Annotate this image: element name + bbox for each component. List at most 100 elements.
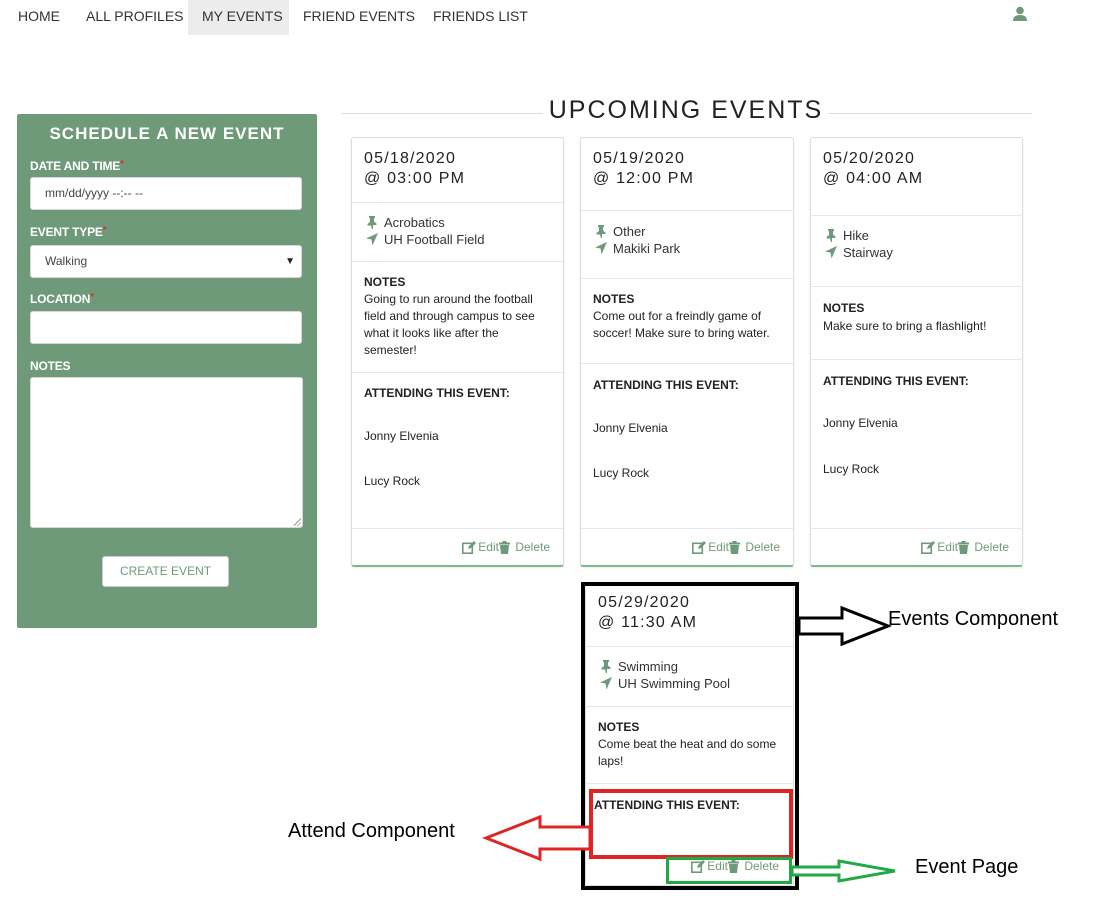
delete-button[interactable]: Delete [498, 540, 550, 554]
event-type: Other [613, 224, 646, 239]
location-arrow-icon [366, 233, 378, 246]
event-datetime: 05/20/2020 @ 04:00 AM [823, 149, 923, 189]
divider [581, 210, 793, 211]
right-arrow-icon [791, 859, 896, 883]
edit-button[interactable]: Edit [692, 540, 729, 554]
nav-my-events[interactable]: MY EVENTS [188, 0, 289, 35]
attend-component-box [589, 789, 793, 859]
event-card: 05/20/2020 @ 04:00 AM Hike Stairway NOTE… [810, 137, 1023, 567]
event-datetime: 05/18/2020 @ 03:00 PM [364, 149, 465, 189]
attending-heading: ATTENDING THIS EVENT: [364, 386, 510, 400]
notes-label: NOTES [30, 359, 71, 373]
edit-icon [692, 540, 707, 554]
pin-icon [826, 229, 836, 242]
edit-icon [462, 540, 477, 554]
edit-button[interactable]: Edit [921, 540, 958, 554]
section-title: UPCOMING EVENTS [548, 96, 824, 124]
event-notes: Going to run around the football field an… [364, 292, 535, 357]
event-meta: Other Makiki Park [593, 223, 680, 257]
location-input[interactable] [30, 311, 302, 344]
divider [811, 359, 1022, 360]
date-time-label: DATE AND TIME* [30, 159, 124, 173]
attend-component-label: Attend Component [288, 820, 455, 842]
event-location: Makiki Park [613, 241, 681, 256]
attendee-name: Lucy Rock [364, 474, 421, 488]
divider [811, 215, 1022, 216]
location-arrow-icon [825, 246, 837, 259]
event-meta: Acrobatics UH Football Field [364, 214, 484, 248]
attendee-name: Lucy Rock [593, 466, 650, 480]
delete-button[interactable]: Delete [957, 540, 1009, 554]
nav-all-profiles[interactable]: ALL PROFILES [86, 0, 184, 35]
card-actions: Edit Delete [692, 540, 780, 557]
event-date: 05/20/2020 [823, 150, 916, 167]
event-type: Acrobatics [384, 215, 445, 230]
notes-heading: NOTES [823, 301, 865, 315]
right-arrow-icon [797, 605, 892, 647]
left-arrow-icon [482, 814, 592, 862]
edit-button[interactable]: Edit [462, 540, 499, 554]
event-page-box [666, 857, 792, 884]
pin-icon [367, 216, 377, 229]
nav-friend-events[interactable]: FRIEND EVENTS [303, 0, 415, 35]
event-type: Hike [843, 228, 870, 243]
top-nav: HOME ALL PROFILES MY EVENTS FRIEND EVENT… [0, 0, 1114, 35]
attending-heading: ATTENDING THIS EVENT: [823, 374, 969, 388]
schedule-event-form: SCHEDULE A NEW EVENT DATE AND TIME* mm/d… [17, 114, 317, 628]
attendee-name: Jonny Elvenia [823, 416, 898, 430]
attendee-name: Jonny Elvenia [364, 429, 439, 443]
event-meta: Hike Stairway [823, 227, 893, 261]
divider [581, 363, 793, 364]
user-icon[interactable] [1013, 6, 1027, 22]
event-card: 05/18/2020 @ 03:00 PM Acrobatics UH Foot… [351, 137, 564, 567]
event-notes: Come out for a freindly game of soccer! M… [593, 309, 770, 340]
nav-friends-list[interactable]: FRIENDS LIST [433, 0, 528, 35]
attending-heading: ATTENDING THIS EVENT: [593, 378, 739, 392]
divider [352, 372, 563, 373]
event-type-select[interactable]: Walking ▼ [30, 245, 302, 278]
event-location: Stairway [843, 245, 893, 260]
heading-rule-left [341, 113, 543, 114]
date-time-input[interactable]: mm/dd/yyyy --:-- -- [30, 177, 302, 210]
events-component-label: Events Component [888, 608, 1059, 630]
event-type-value: Walking [45, 254, 88, 268]
event-time: @ 04:00 AM [823, 170, 924, 187]
divider [811, 286, 1022, 287]
event-time: @ 03:00 PM [364, 170, 466, 187]
event-date: 05/19/2020 [593, 150, 686, 167]
event-page-label: Event Page [915, 856, 1019, 878]
event-datetime: 05/19/2020 @ 12:00 PM [593, 149, 694, 189]
event-card: 05/19/2020 @ 12:00 PM Other Makiki Park … [580, 137, 794, 567]
divider [352, 528, 563, 529]
trash-icon [957, 540, 969, 554]
trash-icon [498, 540, 510, 554]
notes-heading: NOTES [364, 275, 406, 289]
attendee-name: Jonny Elvenia [593, 421, 668, 435]
event-type-label: EVENT TYPE* [30, 225, 107, 239]
location-arrow-icon [595, 242, 607, 255]
event-notes: Make sure to bring a flashlight! [823, 319, 987, 333]
delete-button[interactable]: Delete [728, 540, 780, 554]
edit-icon [921, 540, 936, 554]
card-actions: Edit Delete [462, 540, 550, 557]
create-event-button[interactable]: CREATE EVENT [102, 556, 229, 587]
divider [352, 202, 563, 203]
pin-icon [596, 225, 606, 238]
notes-heading: NOTES [593, 292, 635, 306]
location-label: LOCATION* [30, 292, 94, 306]
heading-rule-right [828, 113, 1032, 114]
form-title: SCHEDULE A NEW EVENT [49, 124, 285, 143]
event-time: @ 12:00 PM [593, 170, 695, 187]
attendee-name: Lucy Rock [823, 462, 880, 476]
divider [811, 528, 1022, 529]
nav-home[interactable]: HOME [18, 0, 60, 35]
resize-handle-icon[interactable] [293, 518, 301, 526]
card-actions: Edit Delete [921, 540, 1009, 557]
event-date: 05/18/2020 [364, 150, 457, 167]
divider [581, 278, 793, 279]
notes-textarea[interactable] [30, 377, 303, 528]
event-location: UH Football Field [384, 232, 485, 247]
divider [352, 261, 563, 262]
divider [581, 528, 793, 529]
chevron-down-icon: ▼ [285, 256, 295, 267]
